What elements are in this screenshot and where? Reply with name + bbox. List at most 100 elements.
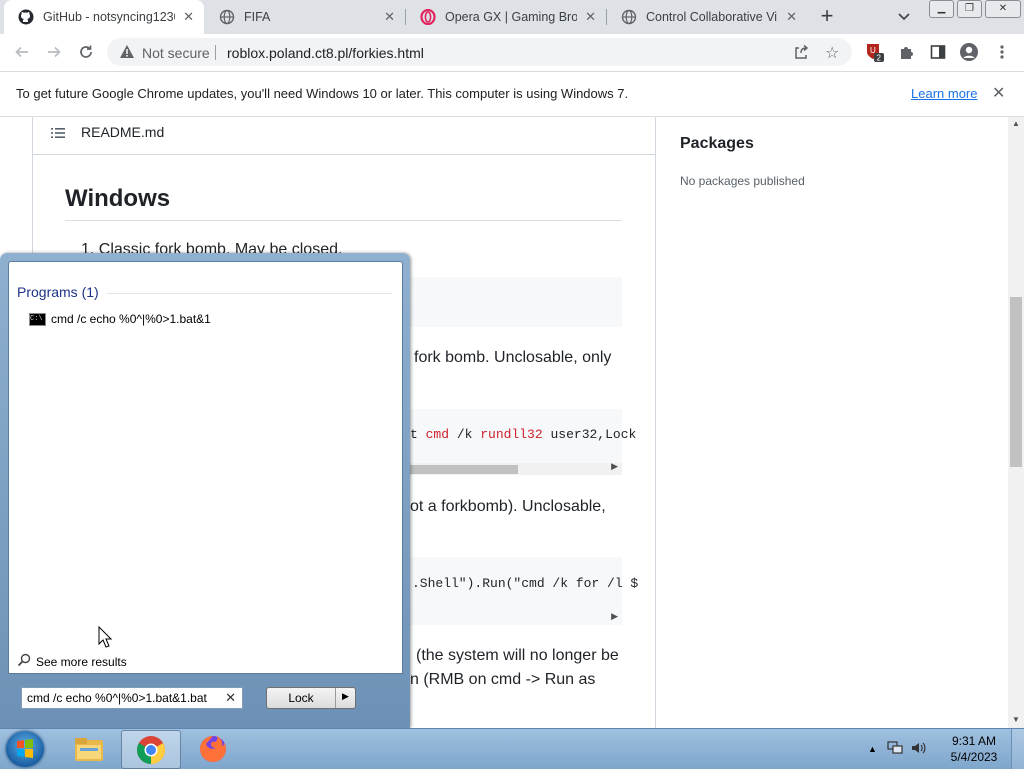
start-search-input[interactable]: cmd /c echo %0^|%0>1.bat&1.bat ✕ [21,687,243,709]
clock-date: 5/4/2023 [950,750,998,764]
url-text[interactable]: roblox.poland.ct8.pl/forkies.html [227,45,424,61]
tab-title: FIFA [244,10,271,24]
share-icon[interactable] [793,44,809,65]
system-tray: ▲ [868,729,927,769]
code-keyword: cmd [425,427,450,442]
paragraph-text: fork bomb. Unclosable, only [414,349,612,366]
scrollbar-thumb[interactable] [410,465,518,474]
lock-button[interactable]: Lock ▶ [266,687,356,709]
tab-close-icon[interactable]: ✕ [585,9,596,25]
packages-empty-text: No packages published [680,174,805,188]
button-divider [335,688,336,708]
forward-arrow-icon[interactable] [44,42,64,62]
taskbar-explorer-button[interactable] [60,730,118,767]
profile-avatar-icon[interactable] [959,42,979,62]
taskbar-chrome-button[interactable] [121,730,181,769]
browser-toolbar: Not secure roblox.poland.ct8.pl/forkies.… [0,34,1024,72]
readme-filename[interactable]: README.md [81,124,164,140]
extensions-puzzle-icon[interactable] [897,42,917,62]
tab-search-chevron-icon[interactable] [896,8,912,24]
see-more-label: See more results [36,654,127,669]
reload-icon[interactable] [76,42,96,62]
tab-title: Opera GX | Gaming Brow [445,10,577,24]
tab-title: Control Collaborative Virt [646,10,778,24]
network-icon[interactable] [887,740,903,758]
clear-search-icon[interactable]: ✕ [225,690,236,706]
new-tab-button[interactable]: + [816,4,838,28]
code-line: t cmd /k rundll32 user32,Lock [410,427,637,442]
minimize-button[interactable]: ▁ [929,0,954,18]
start-menu-results-pane: Programs (1) C:\ cmd /c echo %0^|%0>1.ba… [8,261,403,674]
globe-icon [219,9,235,25]
repo-sidebar: Packages No packages published [655,117,1008,728]
mouse-pointer-icon [98,625,113,653]
tab-github[interactable]: GitHub - notsyncing1230 ✕ [4,0,204,34]
close-window-button[interactable]: ✕ [985,0,1021,18]
lock-button-label: Lock [288,691,314,705]
scroll-right-arrow-icon[interactable]: ▶ [611,611,618,622]
start-button[interactable] [6,731,44,767]
taskbar-clock[interactable]: 9:31 AM 5/4/2023 [948,733,1000,765]
back-arrow-icon[interactable] [12,42,32,62]
scroll-right-arrow-icon[interactable]: ▶ [611,461,618,472]
taskbar-firefox-button[interactable] [184,730,242,767]
show-hidden-icons-arrow-icon[interactable]: ▲ [868,744,877,754]
security-label[interactable]: Not secure [142,45,210,61]
scroll-down-arrow-icon[interactable]: ▼ [1012,715,1020,724]
search-input-value: cmd /c echo %0^|%0>1.bat&1.bat [27,691,207,705]
paragraph-text: (the system will no longer be [416,647,619,664]
tab-opera[interactable]: Opera GX | Gaming Brow ✕ [406,0,606,34]
firefox-icon [200,735,226,762]
readme-header: README.md [33,117,655,155]
taskbar: ▲ 9:31 AM 5/4/2023 [0,728,1024,769]
chrome-menu-icon[interactable] [992,42,1012,62]
code-horizontal-scrollbar[interactable]: ▶ [410,461,622,475]
tab-strip: GitHub - notsyncing1230 ✕ FIFA ✕ Opera G… [0,0,1024,34]
tab-control-collaborative[interactable]: Control Collaborative Virt ✕ [607,0,807,34]
tab-close-icon[interactable]: ✕ [786,9,797,25]
group-divider [107,293,392,294]
power-options-arrow-icon[interactable]: ▶ [342,691,349,702]
scrollbar-thumb[interactable] [1010,297,1022,467]
page-vertical-scrollbar[interactable]: ▲ ▼ [1008,117,1024,728]
side-panel-icon[interactable] [928,42,948,62]
github-icon [18,9,34,25]
clock-time: 9:31 AM [951,734,997,748]
code-token: /k [456,427,473,442]
tab-close-icon[interactable]: ✕ [183,9,194,25]
cmd-icon: C:\ [29,312,46,326]
section-heading: Windows [65,185,171,212]
program-result-label: cmd /c echo %0^|%0>1.bat&1 [51,312,211,326]
programs-group-header[interactable]: Programs (1) [17,284,99,300]
start-menu-bottom-bar: cmd /c echo %0^|%0>1.bat&1.bat ✕ Lock ▶ [8,673,401,721]
code-keyword: rundll32 [480,427,543,442]
infobar-close-icon[interactable]: ✕ [992,83,1005,103]
packages-heading[interactable]: Packages [680,135,754,153]
outline-list-icon[interactable] [50,125,66,146]
code-block: t cmd /k rundll32 user32,Lock [400,409,636,471]
code-horizontal-scrollbar[interactable]: ▶ [410,611,622,625]
code-line: .Shell").Run("cmd /k for /l $ [412,576,639,591]
code-block [400,277,622,327]
tab-fifa[interactable]: FIFA ✕ [205,0,405,34]
heading-divider [65,220,622,221]
infobar-message: To get future Google Chrome updates, you… [16,86,629,101]
show-desktop-button[interactable] [1011,729,1024,769]
volume-icon[interactable] [911,741,927,758]
extension-shield-icon[interactable]: U2 [865,42,885,62]
chrome-icon [137,735,165,764]
learn-more-link[interactable]: Learn more [911,86,977,101]
window-controls: ▁ ❐ ✕ [926,0,1021,18]
tab-close-icon[interactable]: ✕ [384,9,395,25]
paragraph-text: ot a forkbomb). Unclosable, [410,498,606,515]
paragraph-text: n (RMB on cmd -> Run as [410,671,596,688]
extension-badge-count: 2 [877,54,882,63]
warning-icon[interactable] [119,44,135,64]
see-more-results-link[interactable]: See more results [17,653,127,670]
program-result-item[interactable]: C:\ cmd /c echo %0^|%0>1.bat&1 [29,310,211,328]
scroll-up-arrow-icon[interactable]: ▲ [1012,119,1020,128]
address-bar[interactable]: Not secure roblox.poland.ct8.pl/forkies.… [107,38,852,66]
restore-button[interactable]: ❐ [957,0,982,18]
bookmark-star-icon[interactable]: ☆ [825,43,839,63]
folder-icon [75,737,103,761]
